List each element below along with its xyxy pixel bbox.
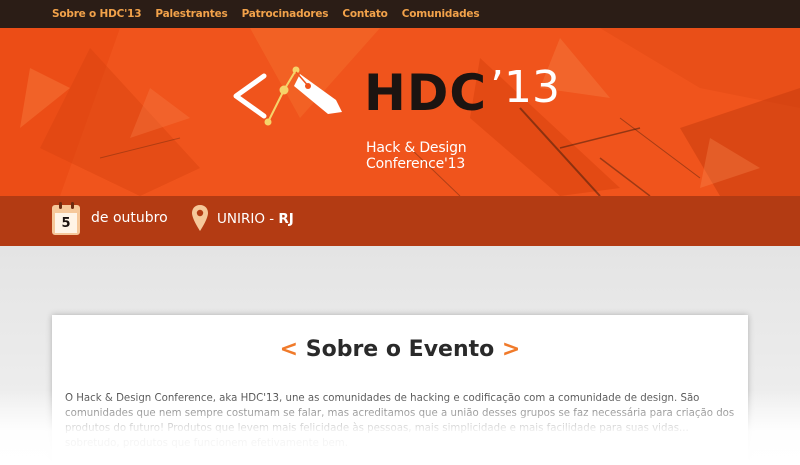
nav-item-sobre[interactable]: Sobre o HDC'13 [52, 8, 142, 20]
logo-year: ’13 [490, 62, 560, 113]
location-state: RJ [278, 211, 294, 227]
nav-item-comunidades[interactable]: Comunidades [402, 8, 480, 20]
logo-subtitle: Hack & Design Conference'13 [366, 140, 467, 172]
calendar-day: 5 [55, 213, 77, 233]
title-bracket-open: < [279, 337, 299, 362]
event-location: UNIRIO - RJ [217, 211, 294, 227]
calendar-ring [59, 202, 62, 209]
logo-wordmark: HDC [364, 64, 488, 122]
nav-item-contato[interactable]: Contato [342, 8, 388, 20]
location-name: UNIRIO - [217, 211, 279, 227]
hdc-logo: HDC ’13 Hack & Design Conference'13 [228, 62, 568, 172]
pen-tool-icon [233, 66, 342, 126]
title-text: Sobre o Evento [305, 337, 495, 362]
top-navigation: Sobre o HDC'13 Palestrantes Patrocinador… [0, 0, 800, 28]
hero-banner: HDC ’13 Hack & Design Conference'13 [0, 28, 800, 196]
event-info-bar: 5 de outubro UNIRIO - RJ [0, 196, 800, 246]
about-section-card: < Sobre o Evento > O Hack & Design Confe… [52, 315, 748, 465]
calendar-icon: 5 [52, 202, 80, 235]
nav-item-palestrantes[interactable]: Palestrantes [155, 8, 227, 20]
about-paragraph: O Hack & Design Conference, aka HDC'13, … [65, 393, 735, 449]
location-pin-icon [192, 205, 208, 231]
section-title: < Sobre o Evento > [52, 337, 748, 362]
event-date: de outubro [91, 210, 168, 226]
title-bracket-close: > [501, 337, 521, 362]
nav-item-patrocinadores[interactable]: Patrocinadores [242, 8, 329, 20]
calendar-ring [71, 202, 74, 209]
